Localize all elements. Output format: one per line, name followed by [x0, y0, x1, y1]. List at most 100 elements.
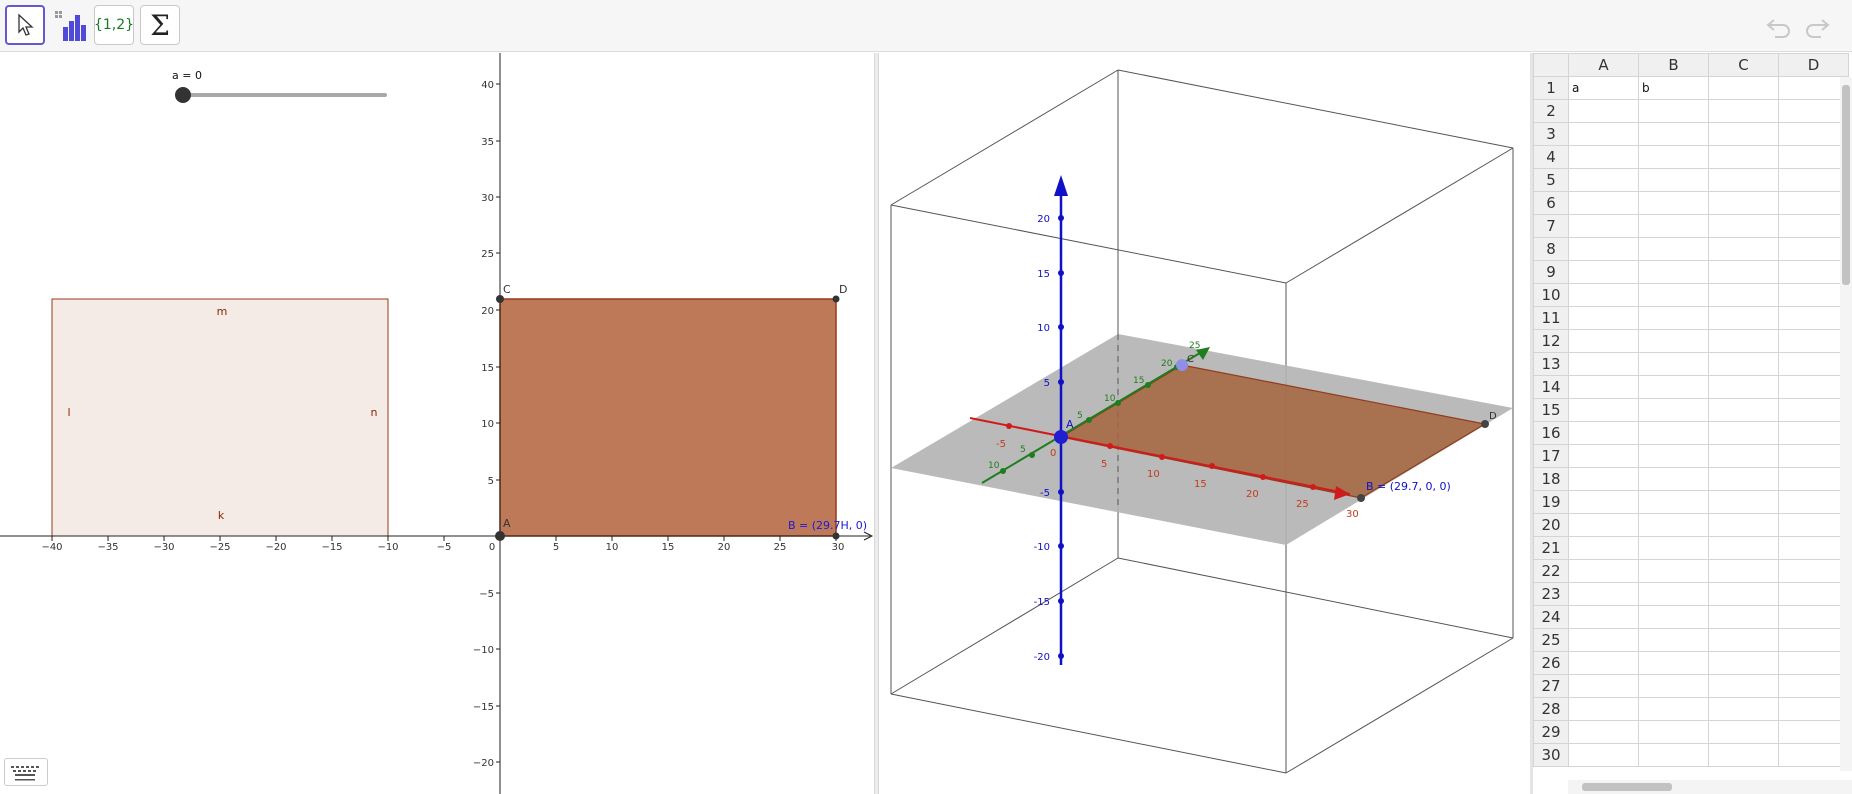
spreadsheet-cell[interactable] — [1708, 605, 1779, 629]
spreadsheet-cell[interactable] — [1778, 536, 1849, 560]
spreadsheet-cell[interactable] — [1778, 398, 1849, 422]
spreadsheet-cell[interactable] — [1778, 306, 1849, 330]
row-header[interactable]: 13 — [1533, 352, 1569, 376]
spreadsheet-cell[interactable] — [1778, 605, 1849, 629]
spreadsheet-cell[interactable] — [1638, 283, 1709, 307]
row-header[interactable]: 16 — [1533, 421, 1569, 445]
spreadsheet-cell[interactable] — [1778, 444, 1849, 468]
move-tool-button[interactable] — [5, 5, 45, 45]
spreadsheet-cell[interactable] — [1568, 467, 1639, 491]
spreadsheet-cell[interactable] — [1638, 122, 1709, 146]
sum-tool-button[interactable]: Σ — [140, 5, 180, 45]
spreadsheet-cell[interactable] — [1778, 283, 1849, 307]
spreadsheet-cell[interactable] — [1568, 582, 1639, 606]
spreadsheet-cell[interactable] — [1568, 283, 1639, 307]
spreadsheet-cell[interactable] — [1638, 605, 1709, 629]
keyboard-toggle-button[interactable] — [4, 758, 48, 786]
graphics-canvas[interactable]: −40 −35 −30 −25 −20 −15 −10 −5 0 5 10 15… — [0, 53, 874, 794]
spreadsheet-cell[interactable] — [1708, 329, 1779, 353]
row-header[interactable]: 28 — [1533, 697, 1569, 721]
spreadsheet-cell[interactable] — [1778, 260, 1849, 284]
spreadsheet-cell[interactable] — [1708, 444, 1779, 468]
spreadsheet-cell[interactable] — [1638, 674, 1709, 698]
polygon-main[interactable] — [499, 298, 837, 537]
spreadsheet-cell[interactable] — [1708, 582, 1779, 606]
column-header[interactable]: C — [1708, 53, 1779, 77]
redo-button[interactable] — [1803, 12, 1831, 40]
spreadsheet-cell[interactable] — [1708, 375, 1779, 399]
spreadsheet-cell[interactable] — [1638, 329, 1709, 353]
spreadsheet-cell[interactable] — [1638, 743, 1709, 767]
spreadsheet-cell[interactable] — [1778, 122, 1849, 146]
spreadsheet-cell[interactable] — [1778, 628, 1849, 652]
spreadsheet-cell[interactable] — [1568, 122, 1639, 146]
row-header[interactable]: 18 — [1533, 467, 1569, 491]
column-header[interactable]: A — [1568, 53, 1639, 77]
row-header[interactable]: 15 — [1533, 398, 1569, 422]
spreadsheet-cell[interactable] — [1778, 674, 1849, 698]
row-header[interactable]: 30 — [1533, 743, 1569, 767]
spreadsheet-cell[interactable] — [1708, 697, 1779, 721]
spreadsheet-cell[interactable] — [1778, 651, 1849, 675]
row-header[interactable]: 12 — [1533, 329, 1569, 353]
row-header[interactable]: 25 — [1533, 628, 1569, 652]
spreadsheet-cell[interactable] — [1708, 237, 1779, 261]
spreadsheet-cell[interactable] — [1568, 720, 1639, 744]
spreadsheet-cell[interactable] — [1778, 76, 1849, 100]
spreadsheet-cell[interactable] — [1778, 720, 1849, 744]
spreadsheet-cell[interactable] — [1568, 329, 1639, 353]
row-header[interactable]: 4 — [1533, 145, 1569, 169]
spreadsheet-cell[interactable] — [1568, 237, 1639, 261]
spreadsheet-cell[interactable] — [1778, 329, 1849, 353]
spreadsheet-cell[interactable] — [1778, 145, 1849, 169]
point-a[interactable] — [495, 531, 505, 541]
spreadsheet-cell[interactable] — [1778, 237, 1849, 261]
spreadsheet-cell[interactable] — [1568, 145, 1639, 169]
row-header[interactable]: 5 — [1533, 168, 1569, 192]
spreadsheet-cell[interactable] — [1638, 214, 1709, 238]
spreadsheet-cell[interactable] — [1568, 352, 1639, 376]
spreadsheet-cell[interactable] — [1708, 283, 1779, 307]
row-header[interactable]: 19 — [1533, 490, 1569, 514]
point-b-3d[interactable] — [1357, 494, 1365, 502]
spreadsheet-cell[interactable] — [1778, 467, 1849, 491]
spreadsheet-cell[interactable] — [1568, 674, 1639, 698]
chart-tool-button[interactable] — [49, 5, 89, 45]
spreadsheet-cell[interactable] — [1638, 444, 1709, 468]
spreadsheet-cell[interactable] — [1708, 743, 1779, 767]
spreadsheet-cell[interactable] — [1778, 421, 1849, 445]
spreadsheet-cell[interactable] — [1568, 375, 1639, 399]
spreadsheet-cell[interactable] — [1708, 260, 1779, 284]
spreadsheet-cell[interactable] — [1778, 375, 1849, 399]
graphics-3d-canvas[interactable]: -5 0 5 10 15 20 25 30 10 5 5 10 15 20 25 — [879, 53, 1530, 794]
column-header[interactable]: D — [1778, 53, 1849, 77]
spreadsheet-cell[interactable] — [1708, 513, 1779, 537]
spreadsheet-cell[interactable] — [1568, 306, 1639, 330]
spreadsheet-cell[interactable] — [1638, 720, 1709, 744]
spreadsheet-cell[interactable]: b — [1638, 76, 1709, 100]
spreadsheet-cell[interactable] — [1638, 237, 1709, 261]
row-header[interactable]: 21 — [1533, 536, 1569, 560]
spreadsheet-cell[interactable] — [1778, 697, 1849, 721]
spreadsheet-cell[interactable] — [1638, 697, 1709, 721]
spreadsheet-view[interactable]: A B C D 1 a b 2 3 4 5 6 7 8 9 10 11 12 13 14 15 16 17 18 19 2… — [1533, 53, 1852, 794]
spreadsheet-cell[interactable] — [1568, 743, 1639, 767]
spreadsheet-cell[interactable] — [1708, 306, 1779, 330]
spreadsheet-cell[interactable] — [1638, 513, 1709, 537]
spreadsheet-cell[interactable] — [1708, 99, 1779, 123]
spreadsheet-cell[interactable] — [1708, 398, 1779, 422]
row-header[interactable]: 10 — [1533, 283, 1569, 307]
row-header[interactable]: 9 — [1533, 260, 1569, 284]
spreadsheet-cell[interactable] — [1638, 375, 1709, 399]
graphics-view[interactable]: −40 −35 −30 −25 −20 −15 −10 −5 0 5 10 15… — [0, 53, 874, 794]
spreadsheet-cell[interactable] — [1568, 444, 1639, 468]
spreadsheet-cell[interactable] — [1708, 352, 1779, 376]
spreadsheet-cell[interactable] — [1708, 76, 1779, 100]
spreadsheet-cell[interactable] — [1638, 306, 1709, 330]
row-header[interactable]: 27 — [1533, 674, 1569, 698]
row-header[interactable]: 2 — [1533, 99, 1569, 123]
row-header[interactable]: 6 — [1533, 191, 1569, 215]
spreadsheet-cell[interactable] — [1568, 168, 1639, 192]
spreadsheet-cell[interactable] — [1638, 191, 1709, 215]
spreadsheet-cell[interactable] — [1708, 674, 1779, 698]
